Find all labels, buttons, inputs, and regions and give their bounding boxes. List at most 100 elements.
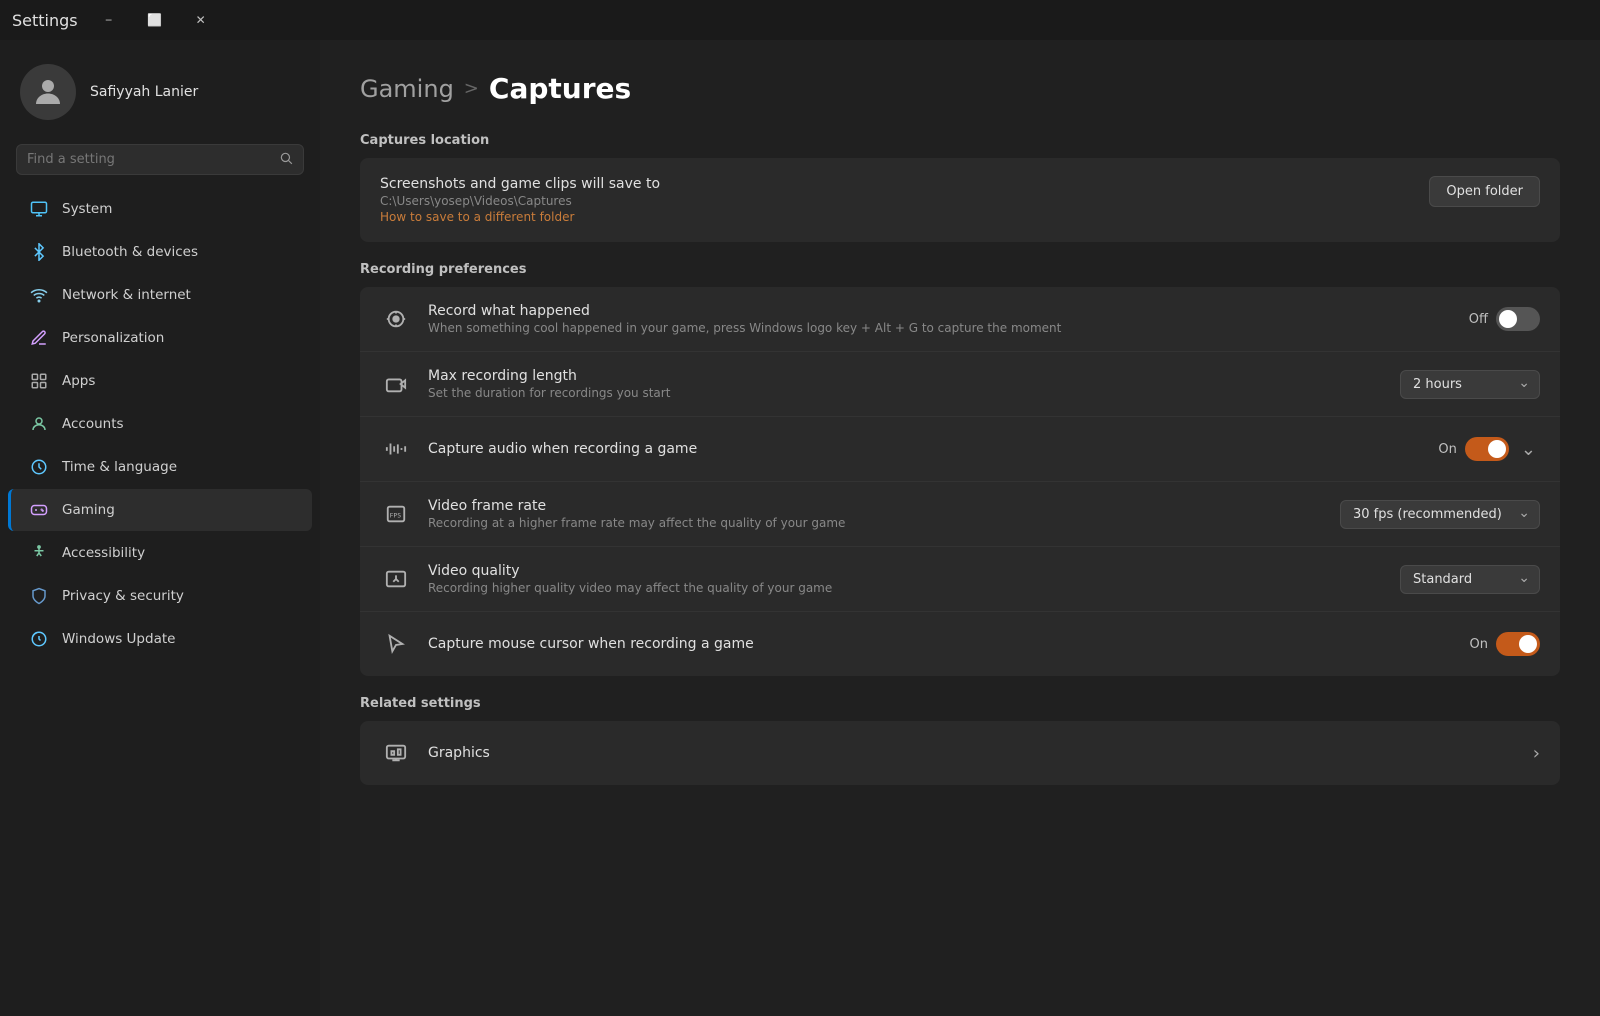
fps-icon: FPS [380, 498, 412, 530]
capture-audio-expand-btn[interactable]: ⌄ [1517, 439, 1540, 460]
location-link[interactable]: How to save to a different folder [380, 210, 660, 224]
sidebar-item-accounts[interactable]: Accounts [8, 403, 312, 445]
sidebar-item-accounts-label: Accounts [62, 416, 124, 432]
personalization-icon [28, 327, 50, 349]
sidebar-item-network-label: Network & internet [62, 287, 191, 303]
app-body: Safiyyah Lanier System [0, 40, 1600, 1016]
sidebar-item-apps-label: Apps [62, 373, 95, 389]
location-main-text: Screenshots and game clips will save to [380, 176, 660, 192]
recording-preferences-title: Recording preferences [360, 262, 1560, 277]
open-folder-button[interactable]: Open folder [1429, 176, 1540, 207]
sidebar-item-system-label: System [62, 201, 112, 217]
captures-location-text: Screenshots and game clips will save to … [380, 176, 660, 224]
maximize-button[interactable]: ⬜ [132, 4, 178, 36]
search-box[interactable] [16, 144, 304, 175]
recording-length-dropdown[interactable]: 30 minutes 1 hour 2 hours 4 hours [1400, 370, 1540, 399]
graphics-icon [380, 737, 412, 769]
video-quality-desc: Recording higher quality video may affec… [428, 581, 1384, 595]
user-avatar-icon [30, 74, 66, 110]
frame-rate-dropdown-wrap: 30 fps (recommended) 60 fps [1340, 500, 1540, 529]
sidebar-item-personalization-label: Personalization [62, 330, 164, 346]
main-content: Gaming > Captures Captures location Scre… [320, 40, 1600, 1016]
network-icon [28, 284, 50, 306]
captures-location-title: Captures location [360, 133, 1560, 148]
video-quality-dropdown-wrap: Standard High [1400, 565, 1540, 594]
video-quality-row: Video quality Recording higher quality v… [360, 547, 1560, 612]
sidebar-item-gaming[interactable]: Gaming [8, 489, 312, 531]
graphics-label: Graphics [428, 745, 490, 761]
capture-mouse-toggle[interactable] [1496, 632, 1540, 656]
record-what-happened-text: Record what happened When something cool… [428, 303, 1453, 335]
titlebar-controls: − ⬜ ✕ [86, 4, 224, 36]
record-what-happened-control: Off [1469, 307, 1540, 331]
video-frame-rate-title: Video frame rate [428, 498, 1324, 514]
user-name: Safiyyah Lanier [90, 84, 198, 100]
related-settings-card: Graphics › [360, 721, 1560, 785]
record-what-happened-desc: When something cool happened in your gam… [428, 321, 1453, 335]
sidebar-item-time-label: Time & language [62, 459, 177, 475]
record-what-happened-row: Record what happened When something cool… [360, 287, 1560, 352]
video-quality-icon [380, 563, 412, 595]
user-profile: Safiyyah Lanier [0, 40, 320, 140]
svg-text:FPS: FPS [390, 512, 402, 520]
capture-mouse-row: Capture mouse cursor when recording a ga… [360, 612, 1560, 676]
system-icon [28, 198, 50, 220]
capture-mouse-control: On [1470, 632, 1540, 656]
search-icon[interactable] [279, 151, 293, 168]
sidebar-item-update-label: Windows Update [62, 631, 175, 647]
sidebar-item-apps[interactable]: Apps [8, 360, 312, 402]
sidebar-item-update[interactable]: Windows Update [8, 618, 312, 660]
record-what-happened-title: Record what happened [428, 303, 1453, 319]
location-path: C:\Users\yosep\Videos\Captures [380, 194, 660, 208]
graphics-row[interactable]: Graphics › [360, 721, 1560, 785]
sidebar-item-system[interactable]: System [8, 188, 312, 230]
capture-audio-control: On ⌄ [1438, 437, 1540, 461]
sidebar-item-bluetooth[interactable]: Bluetooth & devices [8, 231, 312, 273]
sidebar-item-time[interactable]: Time & language [8, 446, 312, 488]
breadcrumb-current: Captures [489, 72, 631, 105]
video-quality-dropdown[interactable]: Standard High [1400, 565, 1540, 594]
record-toggle-label: Off [1469, 312, 1488, 327]
max-recording-length-title: Max recording length [428, 368, 1384, 384]
avatar [20, 64, 76, 120]
related-settings-title: Related settings [360, 696, 1560, 711]
video-quality-title: Video quality [428, 563, 1384, 579]
capture-audio-text: Capture audio when recording a game [428, 441, 1422, 457]
max-recording-length-row: Max recording length Set the duration fo… [360, 352, 1560, 417]
gaming-icon [28, 499, 50, 521]
update-icon [28, 628, 50, 650]
breadcrumb-parent[interactable]: Gaming [360, 75, 454, 103]
close-button[interactable]: ✕ [178, 4, 224, 36]
record-icon [380, 303, 412, 335]
titlebar: Settings − ⬜ ✕ [0, 0, 1600, 40]
search-input[interactable] [27, 152, 271, 167]
recording-length-dropdown-wrap: 30 minutes 1 hour 2 hours 4 hours [1400, 370, 1540, 399]
record-toggle[interactable] [1496, 307, 1540, 331]
capture-audio-toggle-label: On [1438, 442, 1456, 457]
sidebar-item-personalization[interactable]: Personalization [8, 317, 312, 359]
sidebar-item-gaming-label: Gaming [62, 502, 115, 518]
accessibility-icon [28, 542, 50, 564]
frame-rate-dropdown[interactable]: 30 fps (recommended) 60 fps [1340, 500, 1540, 529]
sidebar-item-accessibility[interactable]: Accessibility [8, 532, 312, 574]
accounts-icon [28, 413, 50, 435]
sidebar-item-privacy[interactable]: Privacy & security [8, 575, 312, 617]
minimize-button[interactable]: − [86, 4, 132, 36]
apps-icon [28, 370, 50, 392]
capture-audio-toggle[interactable] [1465, 437, 1509, 461]
video-frame-rate-row: FPS Video frame rate Recording at a high… [360, 482, 1560, 547]
max-recording-length-control: 30 minutes 1 hour 2 hours 4 hours [1400, 370, 1540, 399]
time-icon [28, 456, 50, 478]
mouse-icon [380, 628, 412, 660]
video-quality-control: Standard High [1400, 565, 1540, 594]
bluetooth-icon [28, 241, 50, 263]
capture-mouse-title: Capture mouse cursor when recording a ga… [428, 636, 1454, 652]
sidebar-item-network[interactable]: Network & internet [8, 274, 312, 316]
sidebar-item-privacy-label: Privacy & security [62, 588, 184, 604]
capture-mouse-toggle-label: On [1470, 637, 1488, 652]
audio-icon [380, 433, 412, 465]
sidebar-item-bluetooth-label: Bluetooth & devices [62, 244, 198, 260]
privacy-icon [28, 585, 50, 607]
max-recording-length-desc: Set the duration for recordings you star… [428, 386, 1384, 400]
sidebar: Safiyyah Lanier System [0, 40, 320, 1016]
